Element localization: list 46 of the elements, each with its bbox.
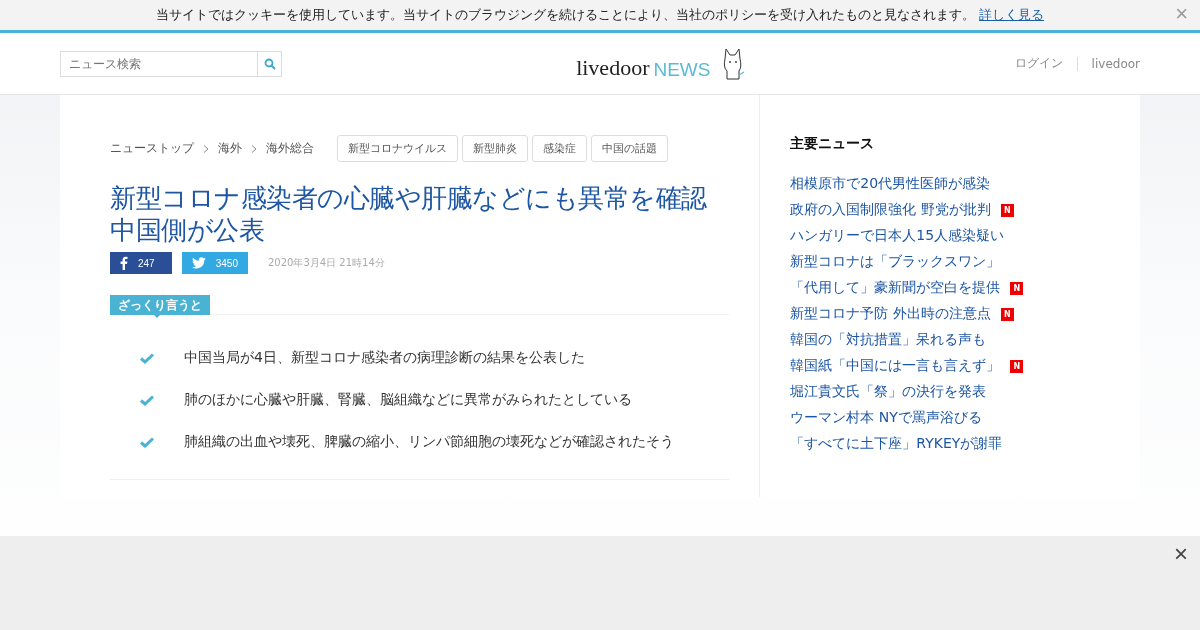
learn-more-link[interactable]: 詳しく見る — [979, 6, 1044, 24]
breadcrumb-link[interactable]: 海外 — [218, 140, 242, 157]
article-title: 中国側が公表 — [110, 214, 264, 246]
news-link[interactable]: ウーマン村本 NYで罵声浴びる — [790, 409, 982, 427]
chevron-icon — [203, 144, 209, 153]
logo-brand[interactable]: livedoor — [576, 54, 650, 81]
close-button[interactable]: × — [1170, 540, 1192, 568]
news-link[interactable]: 韓国の「対抗措置」呆れる声も — [790, 331, 987, 349]
new-badge: N — [1000, 203, 1014, 217]
news-link[interactable]: 韓国紙「中国には一言も言えず」 — [790, 357, 1001, 375]
news-link[interactable]: 新型コロナ予防 外出時の注意点 — [790, 305, 991, 323]
summary-point: 肺のほかに心臓や肝臓、腎臓、脳組織などに異常がみられたとしている — [184, 391, 632, 409]
breadcrumb-link[interactable]: 海外総合 — [266, 140, 314, 157]
check-icon — [140, 394, 154, 406]
search-field[interactable]: ニュース検索 — [60, 50, 257, 77]
breadcrumb-link[interactable]: ニューストップ — [110, 140, 194, 157]
header-link[interactable]: livedoor — [1076, 56, 1140, 71]
summary-point: 中国当局が4日、新型コロナ感染者の病理診断の結果を公表した — [184, 349, 585, 367]
new-badge: N — [1010, 359, 1024, 373]
facebook-icon — [120, 256, 128, 270]
search-icon — [263, 57, 276, 70]
topic-tag[interactable]: 新型コロナウイルス — [337, 135, 458, 162]
news-link[interactable]: 相模原市で20代男性医師が感染 — [790, 175, 991, 193]
chevron-icon — [251, 144, 257, 153]
publish-date: 2020年3月4日 21時14分 — [268, 256, 385, 270]
search-button[interactable] — [257, 50, 282, 77]
news-link[interactable]: 堀江貴文氏「祭」の決行を発表 — [790, 383, 987, 401]
new-badge: N — [1000, 307, 1014, 321]
news-link[interactable]: 政府の入国制限強化 野党が批判 — [790, 201, 991, 219]
bird-icon — [192, 257, 206, 269]
news-link[interactable]: ハンガリーで日本人15人感染疑い — [790, 227, 1005, 245]
section-title: 主要ニュース — [790, 135, 876, 153]
check-icon — [140, 352, 154, 364]
news-link[interactable]: 「すべてに土下座」RYKEYが謝罪 — [790, 435, 1003, 453]
news-link[interactable]: 「代用して」豪新聞が空白を提供 — [790, 279, 1001, 297]
summary-point: 肺組織の出血や壊死、脾臓の縮小、リンパ節細胞の壊死などが確認されたそう — [184, 433, 674, 451]
news-link[interactable]: 新型コロナは「ブラックスワン」 — [790, 253, 1001, 271]
check-icon — [140, 436, 154, 448]
cookie-message: 当サイトではクッキーを使用しています。当サイトのブラウジングを続けることにより、当社のポリシーを受け入れたものと見なされます。 — [156, 6, 975, 24]
topic-tag[interactable]: 中国の話題 — [591, 135, 668, 162]
article-title: 新型コロナ感染者の心臓や肝臓などにも異常を確認 — [110, 182, 707, 214]
header-link[interactable]: ログイン — [1000, 55, 1077, 72]
topic-tag[interactable]: 感染症 — [532, 135, 587, 162]
topic-tag[interactable]: 新型肺炎 — [462, 135, 528, 162]
facebook-share-button[interactable]: 247 — [110, 252, 172, 274]
new-badge: N — [1010, 281, 1024, 295]
